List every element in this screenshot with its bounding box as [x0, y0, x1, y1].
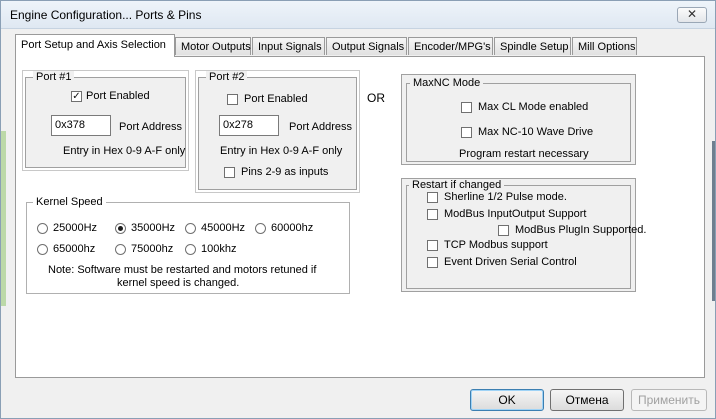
tab-encoder-mpg[interactable]: Encoder/MPG's [408, 37, 493, 55]
sherline-checkbox[interactable] [427, 192, 438, 203]
dialog-window: Engine Configuration... Ports & Pins ✕ P… [0, 0, 716, 419]
modbus-plugin-checkbox[interactable] [498, 225, 509, 236]
radio-75000hz-label: 75000hz [131, 243, 174, 255]
radio-100khz-label: 100khz [201, 243, 237, 255]
radio-35000hz[interactable] [115, 223, 126, 234]
port1-enabled-label: Port Enabled [86, 90, 150, 102]
cancel-button[interactable]: Отмена [550, 389, 624, 411]
or-label: OR [367, 91, 385, 105]
tab-label: Mill Options [578, 41, 636, 53]
radio-35000hz-label: 35000Hz [131, 222, 176, 234]
close-icon: ✕ [686, 7, 698, 21]
tab-mill-options[interactable]: Mill Options [572, 37, 637, 55]
radio-75000hz[interactable] [115, 244, 126, 255]
port1-group: Port #1 ✓ Port Enabled 0x378 Port Addres… [22, 70, 189, 171]
restart-group: Restart if changed Sherline 1/2 Pulse mo… [401, 178, 646, 292]
tab-label: Encoder/MPG's [414, 41, 491, 53]
radio-65000hz[interactable] [37, 244, 48, 255]
tcp-modbus-checkbox[interactable] [427, 240, 438, 251]
sherline-label: Sherline 1/2 Pulse mode. [444, 191, 567, 203]
tab-bar: Port Setup and Axis Selection Motor Outp… [15, 34, 705, 57]
radio-25000hz[interactable] [37, 223, 48, 234]
port1-enabled-checkbox[interactable]: ✓ [71, 91, 82, 102]
modbus-io-label: ModBus InputOutput Support [444, 208, 587, 220]
window-title: Engine Configuration... Ports & Pins [10, 8, 202, 22]
radio-45000hz-label: 45000Hz [201, 222, 246, 234]
maxnc-legend: MaxNC Mode [410, 77, 484, 89]
close-button[interactable]: ✕ [677, 7, 707, 23]
port1-address-label: Port Address [119, 121, 182, 133]
title-bar: Engine Configuration... Ports & Pins ✕ [1, 1, 715, 29]
tab-label: Port Setup and Axis Selection [21, 39, 166, 51]
radio-45000hz[interactable] [185, 223, 196, 234]
tab-panel: Port #1 ✓ Port Enabled 0x378 Port Addres… [15, 56, 705, 378]
port2-enabled-label: Port Enabled [244, 93, 308, 105]
tab-port-setup[interactable]: Port Setup and Axis Selection [15, 34, 175, 57]
radio-65000hz-label: 65000hz [53, 243, 96, 255]
port2-address-input[interactable]: 0x278 [219, 115, 279, 136]
port1-address-input[interactable]: 0x378 [51, 115, 111, 136]
kernel-speed-group: Kernel Speed 25000Hz 35000Hz 45000Hz 600… [26, 196, 350, 294]
tab-label: Motor Outputs [181, 41, 251, 53]
kernel-note-line2: kernel speed is changed. [117, 277, 240, 289]
port2-group: Port #2 Port Enabled 0x278 Port Address … [195, 70, 360, 193]
tab-output-signals[interactable]: Output Signals [326, 37, 407, 55]
maxnc-group: MaxNC Mode Max CL Mode enabled Max NC-10… [401, 74, 636, 165]
event-serial-label: Event Driven Serial Control [444, 256, 577, 268]
event-serial-checkbox[interactable] [427, 257, 438, 268]
port2-enabled-checkbox[interactable] [227, 94, 238, 105]
port1-hint: Entry in Hex 0-9 A-F only [63, 145, 186, 157]
radio-25000hz-label: 25000Hz [53, 222, 98, 234]
radio-60000hz-label: 60000hz [271, 222, 314, 234]
radio-100khz[interactable] [185, 244, 196, 255]
tab-input-signals[interactable]: Input Signals [252, 37, 325, 55]
tab-label: Spindle Setup [500, 41, 569, 53]
tab-spindle-setup[interactable]: Spindle Setup [494, 37, 571, 55]
tab-motor-outputs[interactable]: Motor Outputs [175, 37, 251, 55]
max-nc10-checkbox[interactable] [461, 127, 472, 138]
port2-legend: Port #2 [206, 71, 248, 83]
radio-60000hz[interactable] [255, 223, 266, 234]
maxnc-restart-note: Program restart necessary [459, 148, 589, 160]
port2-pins-checkbox[interactable] [224, 167, 235, 178]
port2-hint: Entry in Hex 0-9 A-F only [220, 145, 343, 157]
tcp-modbus-label: TCP Modbus support [444, 239, 548, 251]
port2-address-label: Port Address [289, 121, 352, 133]
apply-button[interactable]: Применить [631, 389, 707, 411]
kernel-note-line1: Note: Software must be restarted and mot… [48, 264, 317, 276]
restart-legend: Restart if changed [409, 179, 505, 191]
kernel-speed-legend: Kernel Speed [33, 196, 106, 208]
port2-pins-label: Pins 2-9 as inputs [241, 166, 329, 178]
ok-button[interactable]: OK [470, 389, 544, 411]
modbus-plugin-label: ModBus PlugIn Supported. [515, 224, 647, 236]
max-cl-label: Max CL Mode enabled [478, 101, 589, 113]
tab-label: Input Signals [258, 41, 322, 53]
modbus-io-checkbox[interactable] [427, 209, 438, 220]
tab-label: Output Signals [332, 41, 405, 53]
max-cl-checkbox[interactable] [461, 102, 472, 113]
check-icon: ✓ [72, 91, 81, 102]
background-window-edge [1, 131, 6, 306]
max-nc10-label: Max NC-10 Wave Drive [478, 126, 594, 138]
port1-legend: Port #1 [33, 71, 75, 83]
background-window-edge-right [712, 141, 715, 301]
